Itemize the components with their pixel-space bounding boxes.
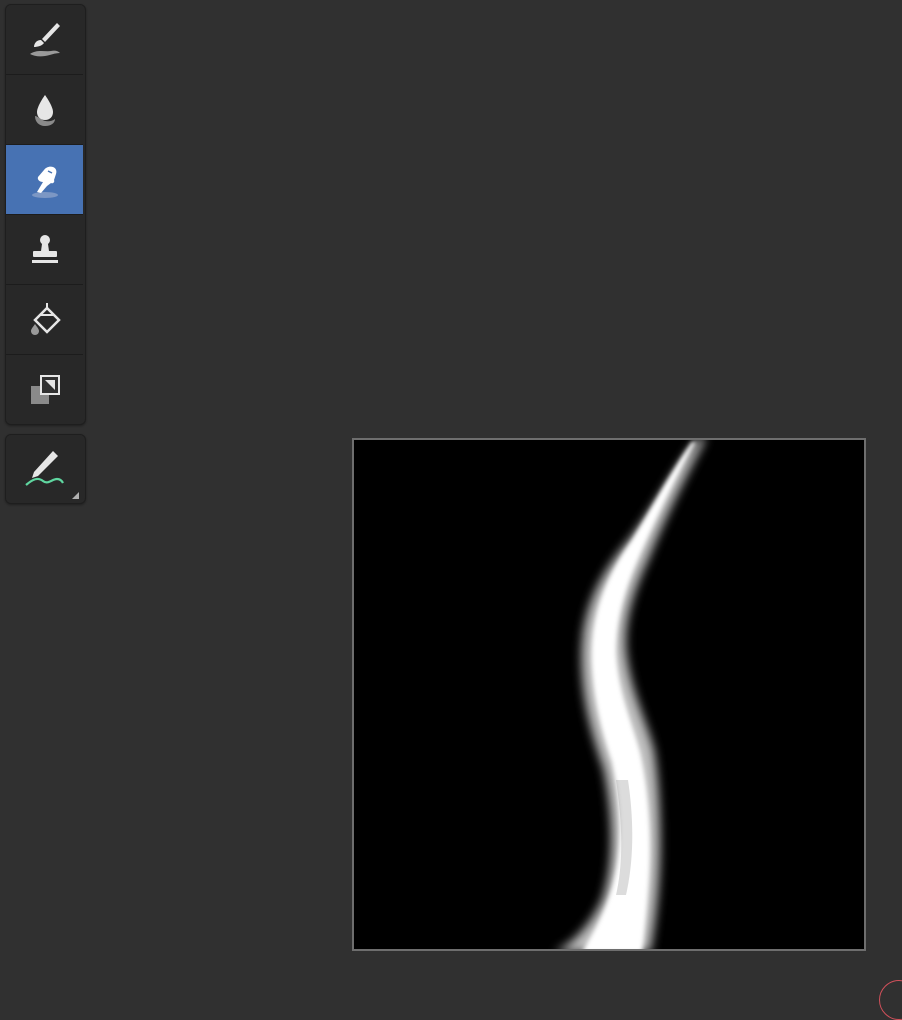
brush-cursor-ring <box>879 980 902 1020</box>
annotate-pencil-icon <box>24 451 64 486</box>
smear-finger-icon <box>31 166 58 198</box>
clone-stamp-icon <box>31 234 58 263</box>
tool-draw[interactable] <box>6 5 83 75</box>
brush-icon <box>29 22 60 56</box>
tool-fill[interactable] <box>6 285 83 355</box>
expand-corner-icon[interactable] <box>72 492 79 499</box>
fill-bucket-icon <box>30 302 61 335</box>
soften-drop-icon <box>34 94 55 126</box>
tool-smear[interactable] <box>6 145 83 215</box>
tool-clone[interactable] <box>6 215 83 285</box>
image-editor-viewport[interactable] <box>0 0 902 1020</box>
tool-soften[interactable] <box>6 75 83 145</box>
tool-annotate[interactable] <box>6 435 83 503</box>
mask-layers-icon <box>30 374 60 404</box>
painted-stroke-image <box>354 440 864 949</box>
tool-shelf <box>5 4 86 425</box>
image-canvas[interactable] <box>352 438 866 951</box>
tool-mask[interactable] <box>6 355 83 424</box>
annotate-tool-shelf <box>5 434 86 504</box>
